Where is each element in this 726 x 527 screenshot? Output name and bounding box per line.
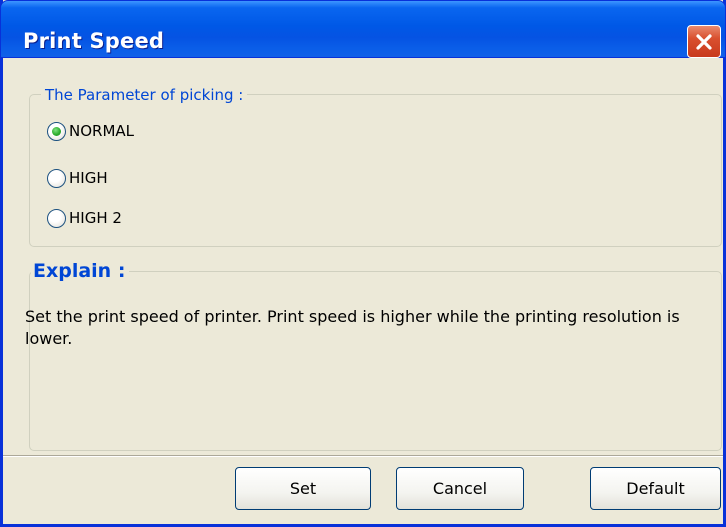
radio-normal[interactable]: NORMAL bbox=[47, 118, 134, 144]
close-button[interactable] bbox=[687, 25, 721, 58]
radio-high-indicator[interactable] bbox=[47, 168, 66, 188]
print-speed-dialog: Print Speed The Parameter of picking : N… bbox=[0, 0, 726, 527]
radio-high-2[interactable]: HIGH 2 bbox=[47, 205, 122, 231]
picking-legend: The Parameter of picking : bbox=[41, 86, 248, 104]
window-title: Print Speed bbox=[23, 29, 165, 53]
close-icon bbox=[696, 34, 712, 50]
radio-normal-label[interactable]: NORMAL bbox=[69, 122, 134, 140]
set-button[interactable]: Set bbox=[235, 467, 371, 510]
title-bar[interactable]: Print Speed bbox=[0, 0, 726, 58]
radio-high[interactable]: HIGH bbox=[47, 165, 108, 191]
explain-text: Set the print speed of printer. Print sp… bbox=[25, 307, 680, 348]
picking-groupbox bbox=[29, 94, 722, 247]
radio-normal-indicator[interactable] bbox=[47, 121, 66, 141]
radio-high-2-label[interactable]: HIGH 2 bbox=[69, 209, 122, 227]
radio-high-label[interactable]: HIGH bbox=[69, 169, 108, 187]
explain-legend: Explain : bbox=[31, 260, 130, 282]
footer-divider bbox=[3, 455, 723, 457]
cancel-button[interactable]: Cancel bbox=[396, 467, 524, 510]
explain-groupbox bbox=[29, 271, 722, 451]
default-button[interactable]: Default bbox=[590, 467, 721, 510]
radio-high-2-indicator[interactable] bbox=[47, 208, 66, 228]
